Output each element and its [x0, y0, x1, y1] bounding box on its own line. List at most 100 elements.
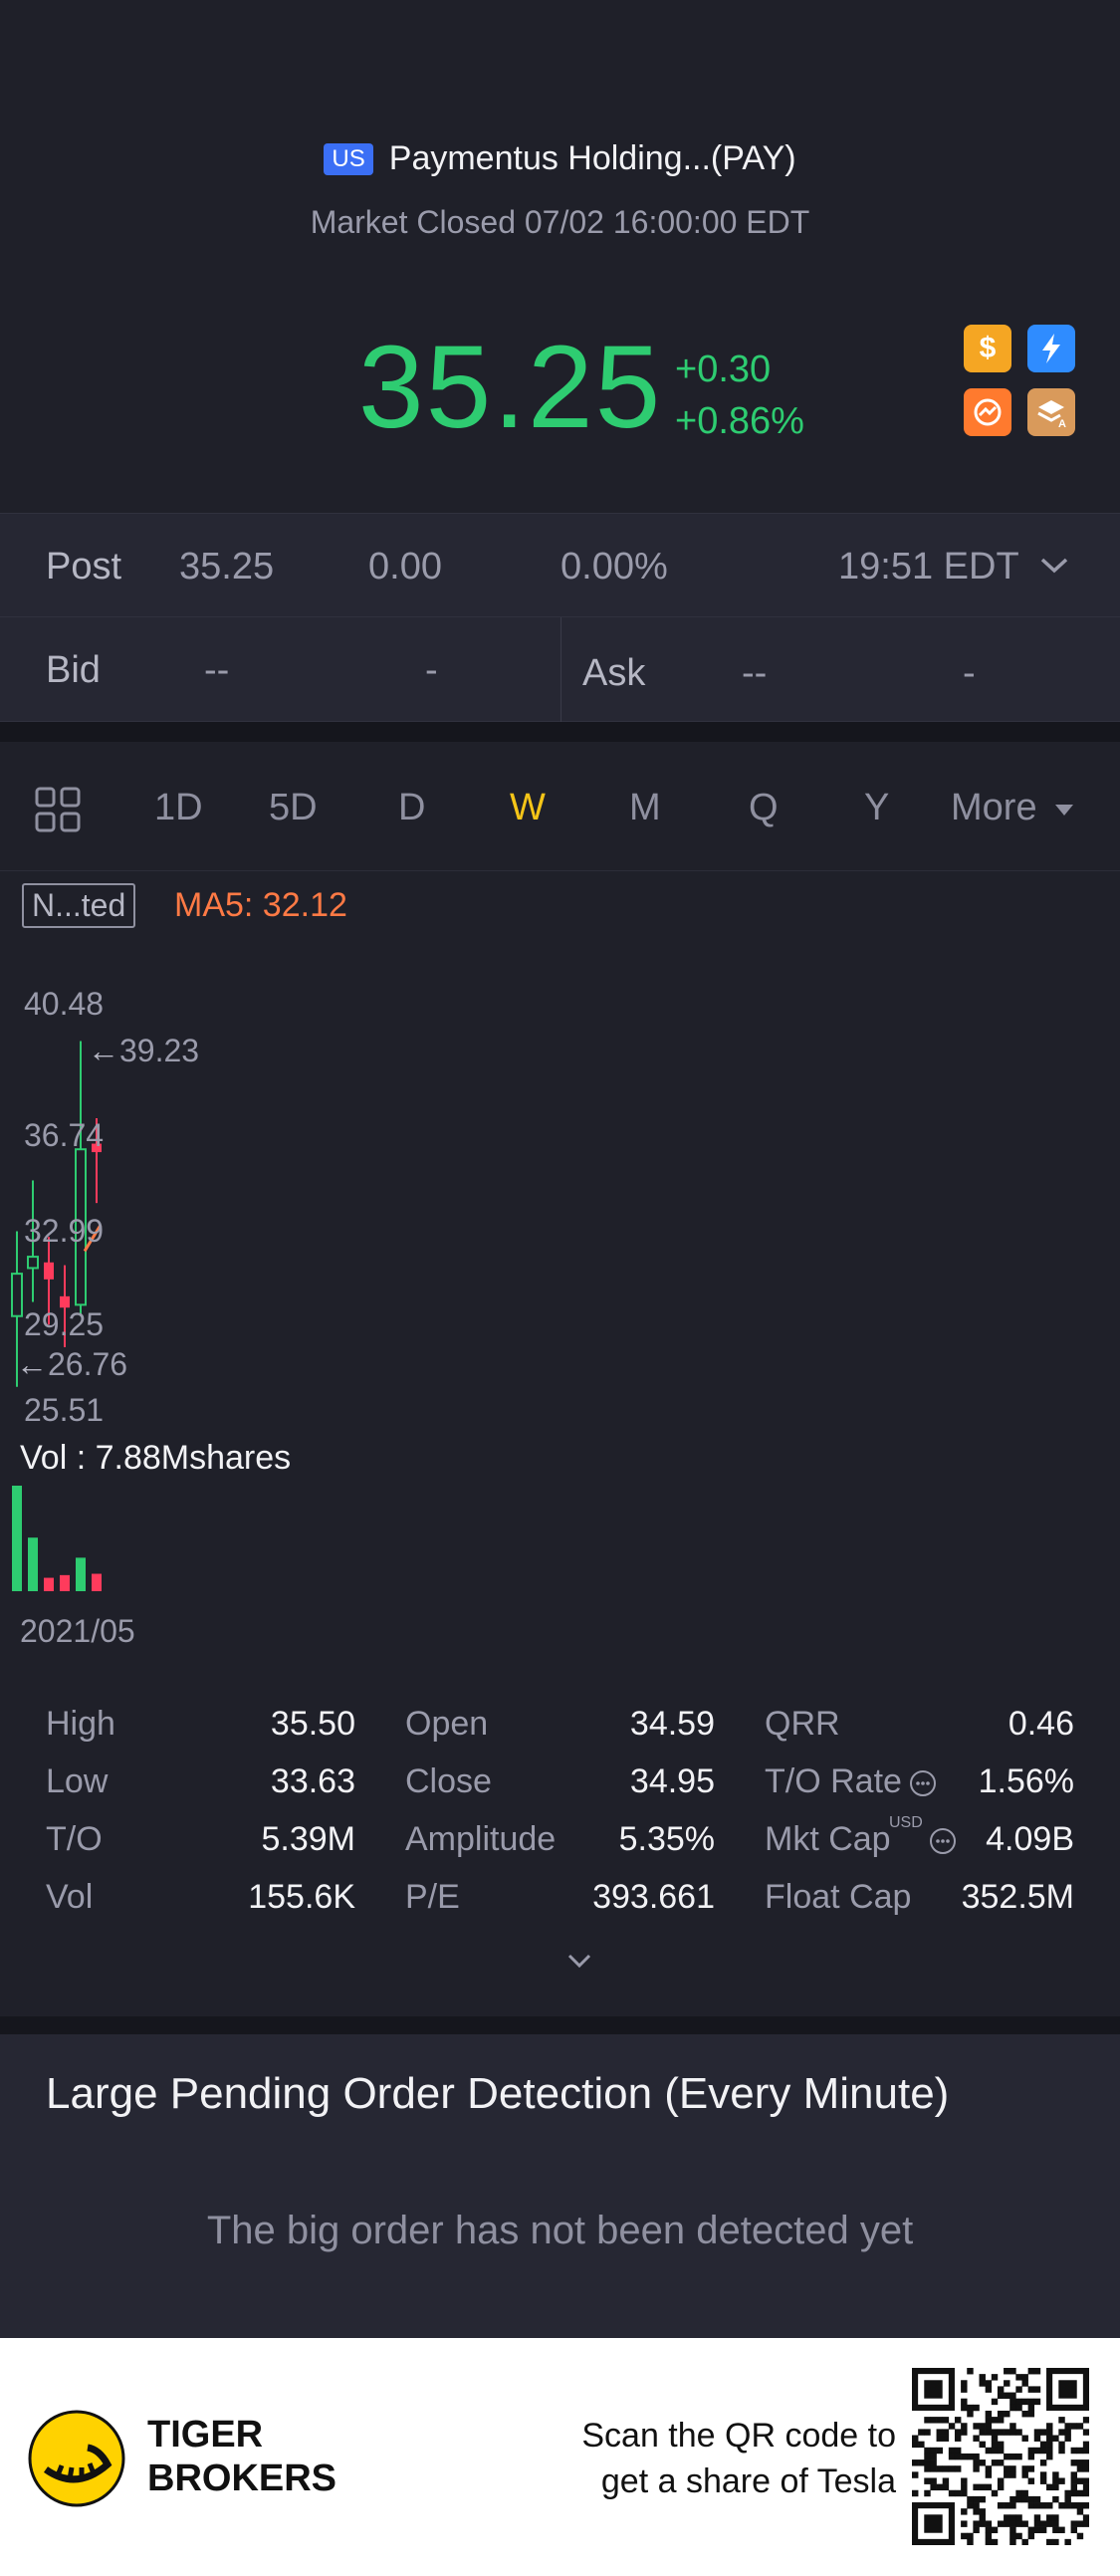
lightning-icon[interactable]	[1027, 325, 1075, 372]
stat-label: Close	[405, 1762, 492, 1800]
qr-code-icon	[912, 2368, 1089, 2545]
info-icon[interactable]	[928, 1826, 958, 1856]
ma5-indicator: MA5: 32.12	[174, 886, 347, 924]
tab-5d[interactable]: 5D	[269, 787, 318, 829]
tab-d[interactable]: D	[398, 787, 425, 829]
scan-line-1: Scan the QR code to	[581, 2417, 896, 2455]
chart-period-tabs: 1D 5D D W M Q Y More	[0, 742, 1120, 871]
scan-promo-text: Scan the QR code to get a share of Tesla	[581, 2413, 896, 2504]
scan-line-2: get a share of Tesla	[600, 2462, 896, 2500]
stat-value: 33.63	[270, 1762, 355, 1800]
more-label: More	[951, 787, 1037, 828]
dollar-icon[interactable]: $	[964, 325, 1011, 372]
bid-price: --	[204, 649, 230, 691]
y-tick-label: 25.51	[24, 1392, 105, 1428]
large-order-empty-text: The big order has not been detected yet	[206, 2209, 914, 2252]
stat-value: 34.95	[629, 1762, 715, 1800]
stat-value: 5.39M	[261, 1820, 356, 1858]
post-change: 0.00	[368, 546, 442, 587]
us-flag-badge: US	[324, 142, 373, 175]
volume-bar	[92, 1573, 102, 1591]
y-tick-label: 36.74	[24, 1117, 105, 1153]
ask-price: --	[742, 652, 768, 694]
expand-chevron-icon[interactable]	[565, 1947, 593, 1975]
stat-value: 0.46	[1008, 1705, 1074, 1743]
stat-label: T/O Rate	[765, 1762, 902, 1800]
stat-label: T/O	[46, 1820, 103, 1858]
post-time: 19:51 EDT	[838, 546, 1019, 587]
bid-size: -	[425, 649, 438, 691]
currency-superscript: USD	[889, 1814, 923, 1831]
svg-text:A: A	[1058, 418, 1066, 429]
bid-ask-row: Bid -- - Ask -- -	[0, 617, 1120, 722]
stat-label: Amplitude	[405, 1820, 557, 1858]
brand-name: TIGER BROKERS	[147, 2413, 336, 2500]
options-icon[interactable]	[964, 388, 1011, 436]
y-tick-label: 29.25	[24, 1306, 105, 1342]
stat-label: High	[46, 1705, 115, 1743]
low-marker-value: 26.76	[48, 1346, 128, 1382]
stat-label: Mkt Cap	[765, 1820, 891, 1858]
section-divider	[0, 722, 1120, 742]
stat-label: Low	[46, 1762, 109, 1800]
grid-icon[interactable]	[35, 787, 81, 832]
tab-w[interactable]: W	[510, 787, 546, 829]
tab-y[interactable]: Y	[864, 787, 889, 829]
y-tick-label: 32.99	[24, 1213, 105, 1249]
stat-value: 155.6K	[248, 1878, 355, 1916]
y-tick-label: 40.48	[24, 986, 105, 1022]
change-percent: +0.86%	[675, 400, 804, 442]
stat-value: 352.5M	[961, 1878, 1074, 1916]
volume-bar	[12, 1486, 22, 1591]
stat-label: Vol	[46, 1878, 94, 1916]
title-row: US Paymentus Holding...(PAY)	[0, 139, 1120, 178]
tab-q[interactable]: Q	[749, 787, 779, 829]
change-amount: +0.30	[675, 349, 772, 390]
brand-line-1: TIGER	[147, 2414, 264, 2456]
stat-value: 35.50	[270, 1705, 355, 1743]
volume-bar	[60, 1574, 70, 1591]
stat-value: 1.56%	[978, 1762, 1074, 1800]
quote-header: US Paymentus Holding...(PAY) Market Clos…	[0, 0, 1120, 513]
stat-label: Open	[405, 1705, 489, 1743]
tiger-logo-icon	[28, 2410, 125, 2507]
ask-size: -	[963, 652, 976, 694]
ask-label: Ask	[582, 652, 646, 694]
post-label: Post	[46, 546, 122, 587]
stock-name[interactable]: Paymentus Holding...(PAY)	[389, 139, 796, 178]
candle	[75, 1041, 87, 1316]
high-marker-value: 39.23	[119, 1033, 200, 1068]
volume-label: Vol : 7.88Mshares	[20, 1439, 292, 1477]
post-price: 35.25	[179, 546, 275, 587]
high-marker: ←39.23	[88, 1033, 200, 1068]
market-status: Market Closed 07/02 16:00:00 EDT	[310, 204, 810, 240]
chevron-down-icon[interactable]	[1039, 556, 1069, 576]
stat-value: 5.35%	[618, 1820, 715, 1858]
large-order-section: Large Pending Order Detection (Every Min…	[0, 2034, 1120, 2338]
adjustment-toggle[interactable]: N...ted	[22, 883, 136, 928]
post-market-row[interactable]: Post 35.25 0.00 0.00% 19:51 EDT	[0, 513, 1120, 617]
tab-m[interactable]: M	[629, 787, 661, 829]
brand-line-2: BROKERS	[147, 2458, 337, 2499]
bid-ask-divider	[560, 617, 561, 722]
tab-more[interactable]: More	[951, 787, 1075, 829]
x-axis-date: 2021/05	[20, 1613, 135, 1649]
low-marker: ←26.76	[16, 1346, 128, 1382]
info-icon[interactable]	[908, 1768, 938, 1798]
stat-value: 4.09B	[986, 1820, 1074, 1858]
last-price: 35.25	[358, 322, 663, 453]
post-change-percent: 0.00%	[560, 546, 668, 587]
promo-footer[interactable]: TIGER BROKERS Scan the QR code to get a …	[0, 2338, 1120, 2576]
volume-chart	[12, 1486, 102, 1591]
price-change: +0.30 +0.86%	[675, 344, 804, 447]
tab-1d[interactable]: 1D	[154, 787, 203, 829]
stat-value: 34.59	[629, 1705, 715, 1743]
volume-bar	[76, 1557, 86, 1591]
stat-label: Float Cap	[765, 1878, 912, 1916]
stat-label: P/E	[405, 1878, 460, 1916]
large-order-title: Large Pending Order Detection (Every Min…	[46, 2069, 950, 2118]
volume-bar	[44, 1577, 54, 1591]
stat-label: QRR	[765, 1705, 840, 1743]
volume-bar	[28, 1537, 38, 1591]
layers-icon[interactable]: A	[1027, 388, 1075, 436]
